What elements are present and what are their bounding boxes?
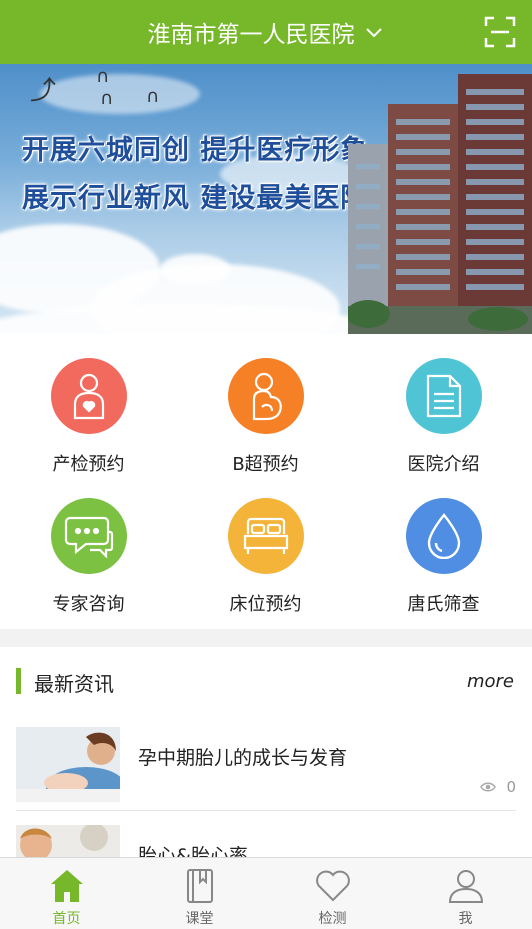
service-bed-booking[interactable]: 床位预约 bbox=[177, 474, 354, 615]
bottom-tab-bar: 首页 课堂 检测 我 bbox=[0, 857, 532, 929]
news-title: 孕中期胎儿的成长与发育 bbox=[138, 747, 348, 769]
chevron-down-icon bbox=[365, 28, 382, 38]
service-label: B超预约 bbox=[232, 454, 299, 475]
bird-icon: ∩ bbox=[100, 88, 114, 109]
news-more-link[interactable]: more bbox=[467, 671, 514, 692]
tab-label: 我 bbox=[458, 911, 473, 927]
document-icon bbox=[405, 358, 482, 434]
service-label: 产检预约 bbox=[52, 454, 125, 475]
service-label: 专家咨询 bbox=[52, 594, 125, 615]
news-section: 最新资讯 more 孕中期胎儿的成长与发育 0 胎心&胎心率 bbox=[0, 647, 532, 857]
section-accent-bar bbox=[16, 668, 21, 694]
banner-slogan-1: 开展六城同创 提升医疗形象 bbox=[22, 135, 369, 166]
news-thumbnail bbox=[16, 825, 120, 857]
view-count-value: 0 bbox=[506, 778, 516, 796]
tab-label: 首页 bbox=[52, 911, 81, 927]
banner-cloud bbox=[160, 254, 230, 284]
banner-slogan-2: 展示行业新风 建设最美医院 bbox=[22, 183, 369, 214]
user-icon bbox=[448, 870, 483, 903]
news-item[interactable]: 孕中期胎儿的成长与发育 0 bbox=[16, 727, 516, 819]
tab-home[interactable]: 首页 bbox=[0, 858, 133, 929]
service-label: 床位预约 bbox=[229, 594, 302, 615]
promo-banner[interactable]: ⤴ ∩ ∩ ∩ 开展六城同创 提升医疗形象 展示行业新风 建设最美医院 bbox=[0, 64, 532, 334]
bird-icon: ∩ bbox=[96, 66, 110, 87]
ultrasound-icon bbox=[227, 358, 304, 434]
service-prenatal-booking[interactable]: 产检预约 bbox=[0, 334, 177, 475]
view-count: 0 bbox=[480, 778, 516, 796]
news-item[interactable]: 胎心&胎心率 bbox=[16, 825, 516, 857]
pregnant-woman-icon bbox=[50, 358, 127, 434]
eye-icon bbox=[480, 782, 497, 792]
tab-label: 课堂 bbox=[185, 911, 214, 927]
hospital-name: 淮南市第一人民医院 bbox=[147, 22, 355, 48]
service-ultrasound-booking[interactable]: B超预约 bbox=[177, 334, 354, 475]
hospital-selector[interactable]: 淮南市第一人民医院 bbox=[0, 0, 532, 64]
news-title: 胎心&胎心率 bbox=[138, 845, 248, 857]
hospital-building-image bbox=[348, 74, 532, 334]
bird-icon: ∩ bbox=[146, 86, 160, 107]
tab-label: 检测 bbox=[318, 911, 347, 927]
service-down-screening[interactable]: 唐氏筛查 bbox=[355, 474, 532, 615]
service-hospital-intro[interactable]: 医院介绍 bbox=[355, 334, 532, 475]
news-thumbnail bbox=[16, 727, 120, 802]
tab-me[interactable]: 我 bbox=[399, 858, 532, 929]
news-section-title: 最新资讯 bbox=[34, 672, 114, 696]
tab-monitor[interactable]: 检测 bbox=[266, 858, 399, 929]
drop-icon bbox=[405, 498, 482, 574]
heart-icon bbox=[315, 870, 350, 902]
service-label: 医院介绍 bbox=[407, 454, 480, 475]
scan-icon[interactable] bbox=[484, 16, 516, 48]
tab-classroom[interactable]: 课堂 bbox=[133, 858, 266, 929]
bird-icon: ⤴ bbox=[30, 76, 57, 106]
banner-cloud bbox=[40, 74, 200, 114]
service-expert-consult[interactable]: 专家咨询 bbox=[0, 474, 177, 615]
bed-icon bbox=[227, 498, 304, 574]
services-grid: 产检预约 B超预约 医院介绍 专家咨询 床位预约 唐氏筛查 bbox=[0, 334, 532, 629]
top-bar: 淮南市第一人民医院 bbox=[0, 0, 532, 64]
chat-bubbles-icon bbox=[50, 498, 127, 574]
divider bbox=[16, 810, 516, 811]
home-icon bbox=[50, 870, 83, 902]
book-icon bbox=[186, 869, 213, 903]
service-label: 唐氏筛查 bbox=[407, 594, 480, 615]
